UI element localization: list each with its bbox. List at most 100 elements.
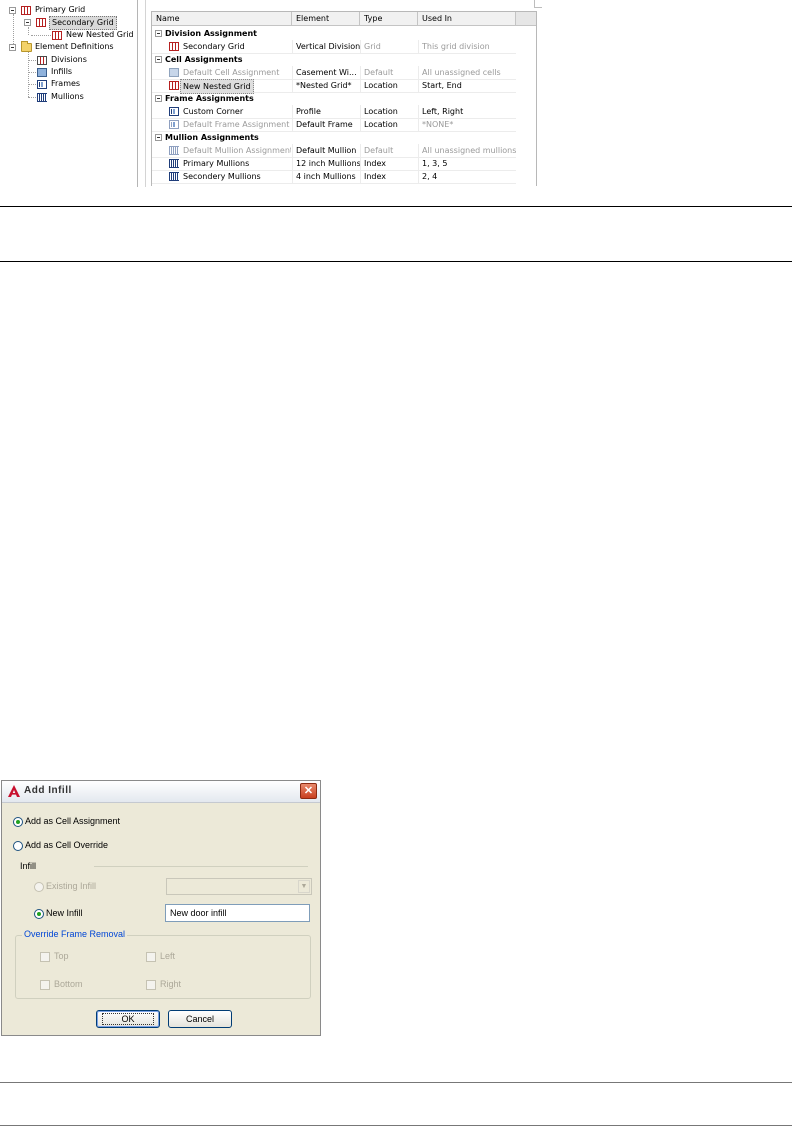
cell-type: Default xyxy=(364,146,394,155)
override-frame-removal-group: Override Frame Removal Top Left Bottom R… xyxy=(15,929,311,999)
table-row[interactable]: Default Cell Assignment Casement Wi... D… xyxy=(152,66,516,80)
autocad-logo-icon xyxy=(8,785,20,797)
new-infill-label[interactable]: New Infill xyxy=(46,908,83,918)
cell-used-in: All unassigned cells xyxy=(422,68,501,77)
cell-type: Location xyxy=(364,107,398,116)
cell-used-in: 2, 4 xyxy=(422,172,438,181)
dialog-title-bar[interactable]: Add Infill ✕ xyxy=(2,781,320,803)
tree-item-label: Mullions xyxy=(51,92,84,101)
group-division-assignment[interactable]: Division Assignment xyxy=(152,27,516,40)
collapse-icon[interactable] xyxy=(155,30,162,37)
close-icon: ✕ xyxy=(303,785,314,797)
right-checkbox[interactable] xyxy=(146,980,156,990)
table-row[interactable]: Default Mullion Assignment Default Mulli… xyxy=(152,144,516,158)
cell-override-radio[interactable] xyxy=(13,841,23,851)
table-row[interactable]: Secondary Grid Vertical Division Grid Th… xyxy=(152,40,516,54)
infill-section-label: Infill xyxy=(20,861,37,871)
cell-element: Vertical Division xyxy=(296,42,360,51)
top-checkbox-label: Top xyxy=(54,951,69,961)
cell-used-in: All unassigned mullions xyxy=(422,146,516,155)
table-row[interactable]: Custom Corner Profile Location Left, Rig… xyxy=(152,105,516,119)
group-mullion-assignments[interactable]: Mullion Assignments xyxy=(152,131,516,144)
cell-type: Index xyxy=(364,172,387,181)
cancel-button[interactable]: Cancel xyxy=(168,1010,232,1028)
section-separator xyxy=(94,866,308,867)
divider-line xyxy=(0,206,792,207)
cell-type: Location xyxy=(364,81,398,90)
cell-assignment-label[interactable]: Add as Cell Assignment xyxy=(25,816,120,826)
cell-used-in: Left, Right xyxy=(422,107,464,116)
mullion-icon xyxy=(169,159,179,168)
cell-name: Default Frame Assignment xyxy=(183,120,290,129)
tree-item-frames[interactable]: Frames xyxy=(0,78,137,90)
tree-item-label: Element Definitions xyxy=(35,42,114,51)
cell-override-label[interactable]: Add as Cell Override xyxy=(25,840,108,850)
cell-assignment-radio[interactable] xyxy=(13,817,23,827)
tree-panel: Primary Grid Secondary Grid New Nested G… xyxy=(0,0,138,187)
assignments-panel: Name Element Type Used In Division Assig… xyxy=(145,0,542,187)
collapse-icon[interactable] xyxy=(24,19,31,26)
collapse-icon[interactable] xyxy=(155,134,162,141)
collapse-icon[interactable] xyxy=(155,95,162,102)
tree-item-infills[interactable]: Infills xyxy=(0,66,137,78)
column-header-used-in[interactable]: Used In xyxy=(418,12,516,26)
cell-name: Secondery Mullions xyxy=(183,172,261,181)
cell-used-in: *NONE* xyxy=(422,120,454,129)
panel-scrollbar-corner xyxy=(534,0,542,8)
cell-element: Casement Wi... xyxy=(296,68,357,77)
divider-line xyxy=(0,1082,792,1083)
close-button[interactable]: ✕ xyxy=(300,783,317,799)
column-header-element[interactable]: Element xyxy=(292,12,360,26)
new-infill-name-input[interactable]: New door infill xyxy=(165,904,310,922)
cell-element: *Nested Grid* xyxy=(296,81,352,90)
ok-button[interactable]: OK xyxy=(96,1010,160,1028)
group-frame-assignments[interactable]: Frame Assignments xyxy=(152,92,516,105)
bottom-checkbox[interactable] xyxy=(40,980,50,990)
chevron-down-icon[interactable]: ▼ xyxy=(298,880,310,893)
dialog-title: Add Infill xyxy=(24,785,72,796)
cell-name: Default Mullion Assignment xyxy=(183,146,291,155)
cell-used-in: 1, 3, 5 xyxy=(422,159,448,168)
ok-button-label: OK xyxy=(102,1013,154,1025)
tree-item-divisions[interactable]: Divisions xyxy=(0,54,137,66)
table-row[interactable]: New Nested Grid *Nested Grid* Location S… xyxy=(152,79,516,94)
cell-element: Default Frame xyxy=(296,120,353,129)
cell-name: Default Cell Assignment xyxy=(183,68,280,77)
cell-name: Primary Mullions xyxy=(183,159,250,168)
collapse-icon[interactable] xyxy=(155,56,162,63)
infill-icon xyxy=(169,68,179,77)
column-header-type[interactable]: Type xyxy=(360,12,418,26)
tree-item-new-nested-grid[interactable]: New Nested Grid xyxy=(0,29,137,41)
group-title: Cell Assignments xyxy=(165,55,243,64)
existing-infill-radio[interactable] xyxy=(34,882,44,892)
left-checkbox[interactable] xyxy=(146,952,156,962)
assignments-table: Name Element Type Used In Division Assig… xyxy=(151,11,537,186)
column-header-filler xyxy=(516,12,536,26)
tree-item-mullions[interactable]: Mullions xyxy=(0,91,137,103)
collapse-icon[interactable] xyxy=(9,44,16,51)
folder-icon xyxy=(21,41,32,52)
top-checkbox[interactable] xyxy=(40,952,50,962)
tree-item-primary-grid[interactable]: Primary Grid xyxy=(0,4,137,16)
existing-infill-label: Existing Infill xyxy=(46,881,97,891)
group-title: Mullion Assignments xyxy=(165,133,259,142)
cell-element: 12 inch Mullions xyxy=(296,159,360,168)
mullion-icon xyxy=(169,172,179,181)
table-row[interactable]: Primary Mullions 12 inch Mullions Index … xyxy=(152,157,516,171)
frame-icon xyxy=(37,80,47,89)
cell-type: Index xyxy=(364,159,387,168)
grid-icon xyxy=(169,42,179,51)
infill-icon xyxy=(37,68,47,77)
cell-type: Default xyxy=(364,68,394,77)
grid-icon xyxy=(36,18,46,27)
column-header-name[interactable]: Name xyxy=(152,12,292,26)
group-cell-assignments[interactable]: Cell Assignments xyxy=(152,53,516,66)
new-infill-radio[interactable] xyxy=(34,909,44,919)
tree-item-secondary-grid[interactable]: Secondary Grid xyxy=(0,16,137,30)
tree-item-element-definitions[interactable]: Element Definitions xyxy=(0,41,137,53)
existing-infill-select[interactable]: ▼ xyxy=(166,878,312,895)
collapse-icon[interactable] xyxy=(9,7,16,14)
cell-used-in: This grid division xyxy=(422,42,490,51)
table-row[interactable]: Secondery Mullions 4 inch Mullions Index… xyxy=(152,170,516,184)
table-row[interactable]: Default Frame Assignment Default Frame L… xyxy=(152,118,516,132)
